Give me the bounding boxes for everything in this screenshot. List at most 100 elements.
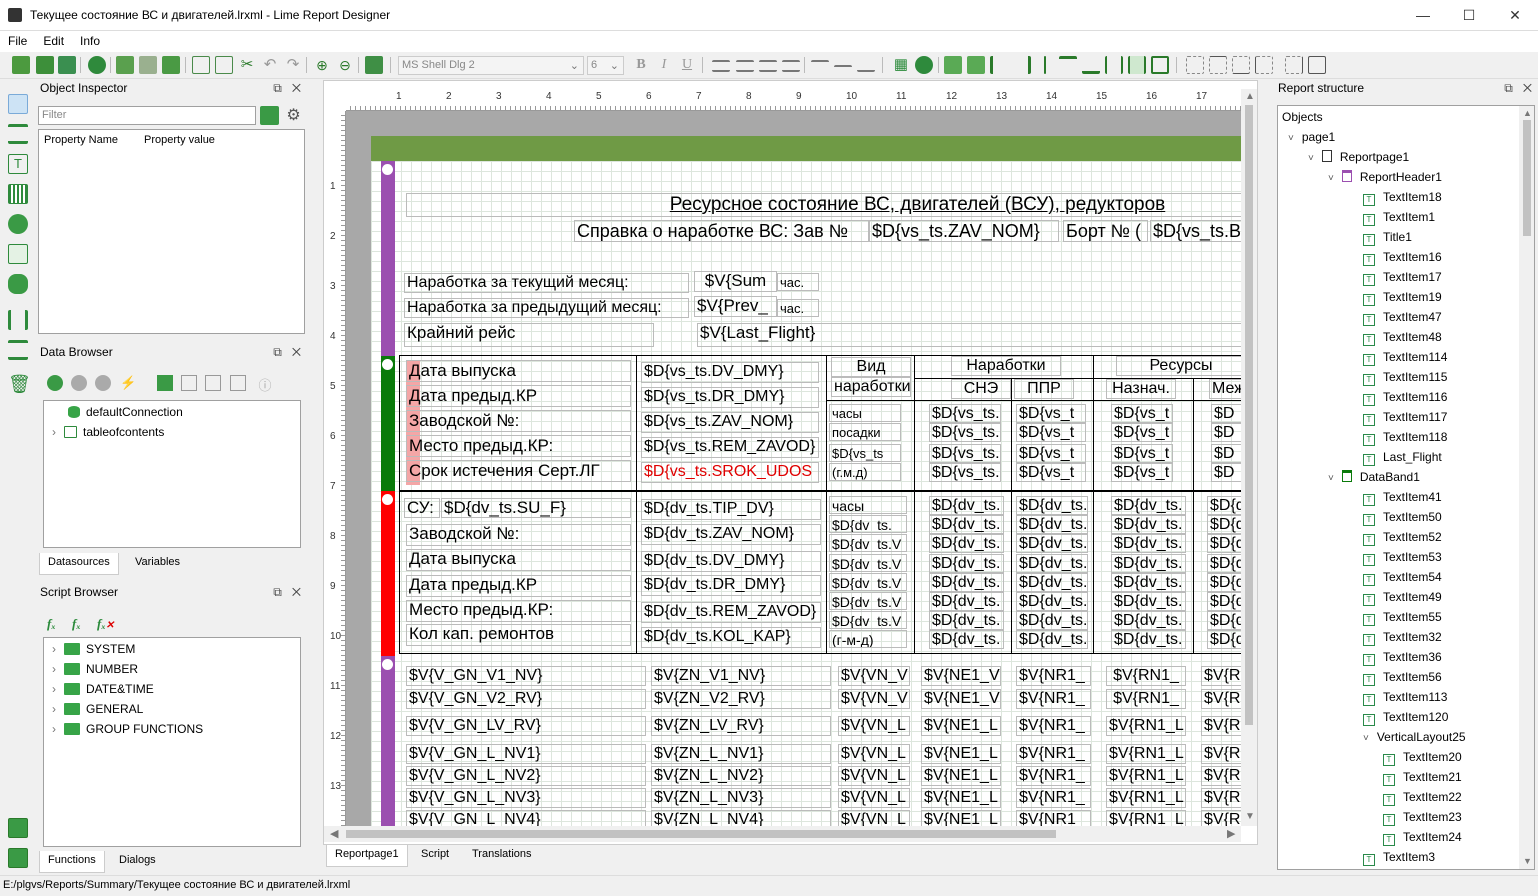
prev-month-label[interactable]: Наработка за предыдущий месяц: (404, 298, 689, 318)
border-box-icon[interactable] (1308, 56, 1326, 74)
report-header-band-marker[interactable] (381, 161, 395, 356)
dv-value[interactable]: $D{dv_ts.DV_DMY} (641, 551, 821, 572)
dv-sne-cell[interactable]: $D{dv_ts. (929, 611, 1004, 631)
tab-script[interactable]: Script (413, 845, 457, 863)
valign-center-icon[interactable] (834, 65, 852, 69)
menu-file[interactable]: File (0, 31, 35, 48)
footer-cell[interactable]: $V{VN_L (838, 788, 910, 808)
dv-ppr-cell[interactable]: $D{dv_ts. (1016, 534, 1088, 554)
tab-reportpage1[interactable]: Reportpage1 (326, 845, 408, 867)
same-size-icon[interactable] (1151, 56, 1169, 74)
dv-mezh-cell[interactable]: $D{d (1207, 515, 1241, 535)
help-icon[interactable]: ⓘ (257, 375, 273, 393)
footer-cell[interactable]: $V{ZN_L_NV2} (651, 766, 831, 786)
same-height-icon[interactable] (1128, 56, 1146, 74)
vs-ppr-cell[interactable]: $D{vs_t (1016, 463, 1086, 482)
align-bottoms-icon[interactable] (1082, 56, 1100, 74)
footer-cell[interactable]: $V{V_GN_V2_RV} (406, 689, 646, 709)
expand-chevron-icon[interactable]: ˅ (1328, 173, 1334, 184)
footer-cell[interactable]: $V{RN1_ (1106, 666, 1186, 686)
vs-naznach-cell[interactable]: $D{vs_t (1111, 404, 1173, 423)
structure-node[interactable]: T TextItem47 (1363, 310, 1442, 326)
vs-sne-cell[interactable]: $D{vs_ts. (929, 404, 1001, 423)
text-item-icon[interactable]: T (8, 154, 28, 174)
vs-label[interactable]: Дата предыд.КР (406, 385, 631, 407)
footer-cell[interactable]: $V{NE1_L (921, 766, 1001, 786)
structure-node[interactable]: T Title1 (1363, 230, 1412, 246)
same-width-icon[interactable] (1105, 56, 1123, 74)
footer-cell[interactable]: $V{R (1201, 810, 1241, 826)
vs-naznach-cell[interactable]: $D{vs_t (1111, 444, 1173, 463)
dv-vid-row[interactable]: (г-м-д) (829, 630, 907, 649)
vs-ppr-cell[interactable]: $D{vs_t (1016, 423, 1086, 442)
footer-cell[interactable]: $V{VN_V (838, 666, 910, 686)
dv-sne-cell[interactable]: $D{dv_ts. (929, 496, 1004, 515)
settings-gear-icon[interactable] (88, 56, 106, 74)
send-back-icon[interactable] (967, 56, 985, 74)
structure-node[interactable]: T TextItem21 (1383, 770, 1462, 786)
dv-mezh-cell[interactable]: $D{d (1207, 553, 1241, 573)
view-datasource-icon[interactable] (181, 375, 197, 391)
vertical-layout-icon[interactable] (8, 340, 28, 360)
dv-label[interactable]: Место предыд.КР: (406, 600, 631, 622)
menu-edit[interactable]: Edit (35, 31, 72, 48)
dv-mezh-cell[interactable]: $D{d (1207, 611, 1241, 631)
structure-node[interactable]: T TextItem114 (1363, 350, 1447, 366)
filter-input[interactable]: Filter (38, 106, 256, 125)
footer-cell[interactable]: $V{V_GN_V1_NV} (406, 666, 646, 686)
dv-ppr-cell[interactable]: $D{dv_ts. (1016, 611, 1088, 631)
dv-naznach-cell[interactable]: $D{dv_ts. (1111, 534, 1186, 554)
vs-mezh-cell[interactable]: $D (1211, 463, 1241, 482)
footer-cell[interactable]: $V{NE1_V (921, 666, 1001, 686)
menu-info[interactable]: Info (72, 31, 108, 48)
dv-ppr-cell[interactable]: $D{dv_ts. (1016, 630, 1088, 650)
structure-node[interactable]: T TextItem18 (1363, 190, 1442, 206)
tab-variables[interactable]: Variables (127, 553, 188, 571)
tree-item-group-functions[interactable]: › GROUP FUNCTIONS (52, 722, 203, 736)
tab-translations[interactable]: Translations (464, 845, 540, 863)
vs-value[interactable]: $D{vs_ts.SROK_UDOS (641, 462, 819, 483)
dv-naznach-cell[interactable]: $D{dv_ts. (1111, 592, 1186, 611)
structure-node[interactable]: T Last_Flight (1363, 450, 1442, 466)
vs-naznach-cell[interactable]: $D{vs_t (1111, 463, 1173, 482)
select-pointer-icon[interactable] (8, 94, 28, 114)
structure-node[interactable]: T TextItem49 (1363, 590, 1442, 606)
structure-node[interactable]: T TextItem118 (1363, 430, 1447, 446)
expand-chevron-icon[interactable]: ˅ (1363, 733, 1369, 744)
dv-mezh-cell[interactable]: $D{d (1207, 572, 1241, 592)
footer-cell[interactable]: $V{NE1_L (921, 788, 1001, 808)
dv-vid-row[interactable]: $D{dv_ts.V (829, 592, 907, 610)
report-page[interactable]: Ресурсное состояние ВС, двигателей (ВСУ)… (371, 136, 1241, 826)
dv-sne-cell[interactable]: $D{dv_ts. (929, 553, 1004, 573)
valign-bottom-icon[interactable] (857, 68, 875, 72)
vs-ppr-cell[interactable]: $D{vs_t (1016, 404, 1086, 423)
dv-vid-row[interactable]: $D{dv_ts. (829, 515, 907, 534)
dv-vid-row[interactable]: часы (829, 496, 907, 514)
resursy-header[interactable]: Ресурсы (1116, 356, 1241, 376)
function-add-icon[interactable]: fₓ (47, 616, 56, 632)
dv-ppr-cell[interactable]: $D{dv_ts. (1016, 515, 1088, 535)
tree-item-number[interactable]: › NUMBER (52, 662, 138, 676)
new-page-icon[interactable] (116, 56, 134, 74)
vs-naznach-cell[interactable]: $D{vs_t (1111, 423, 1173, 442)
footer-cell[interactable]: $V{R (1201, 788, 1241, 808)
vs-mezh-cell[interactable]: $D (1211, 423, 1241, 442)
dv-vid-row[interactable]: $D{dv_ts.V (829, 611, 907, 630)
border-right-icon[interactable] (1285, 56, 1303, 74)
last-flight-value[interactable]: $V{Last_Flight} (697, 323, 1241, 347)
footer-cell[interactable]: $V{ZN_V2_RV} (651, 689, 831, 709)
footer-cell[interactable]: $V{V_GN_LV_RV} (406, 716, 646, 736)
vid-header-2[interactable]: наработки (831, 377, 911, 397)
float-icon[interactable]: ⧉ (273, 585, 282, 599)
align-lefts-icon[interactable] (990, 56, 1008, 74)
minimize-button[interactable]: — (1400, 0, 1446, 31)
structure-node[interactable]: T TextItem120 (1363, 710, 1448, 726)
bort-field[interactable]: $D{vs_ts.B (1150, 220, 1241, 242)
dv-value[interactable]: $D{dv_ts.TIP_DV} (641, 499, 821, 520)
dock-bottom-icon[interactable] (8, 848, 28, 868)
vs-value[interactable]: $D{vs_ts.ZAV_NOM} (641, 412, 819, 433)
expand-chevron-icon[interactable]: ˅ (1288, 133, 1294, 144)
footer-cell[interactable]: $V{R (1201, 666, 1241, 686)
zoom-in-icon[interactable]: ⊕ (313, 56, 331, 74)
footer-cell[interactable]: $V{NR1_ (1016, 689, 1091, 709)
